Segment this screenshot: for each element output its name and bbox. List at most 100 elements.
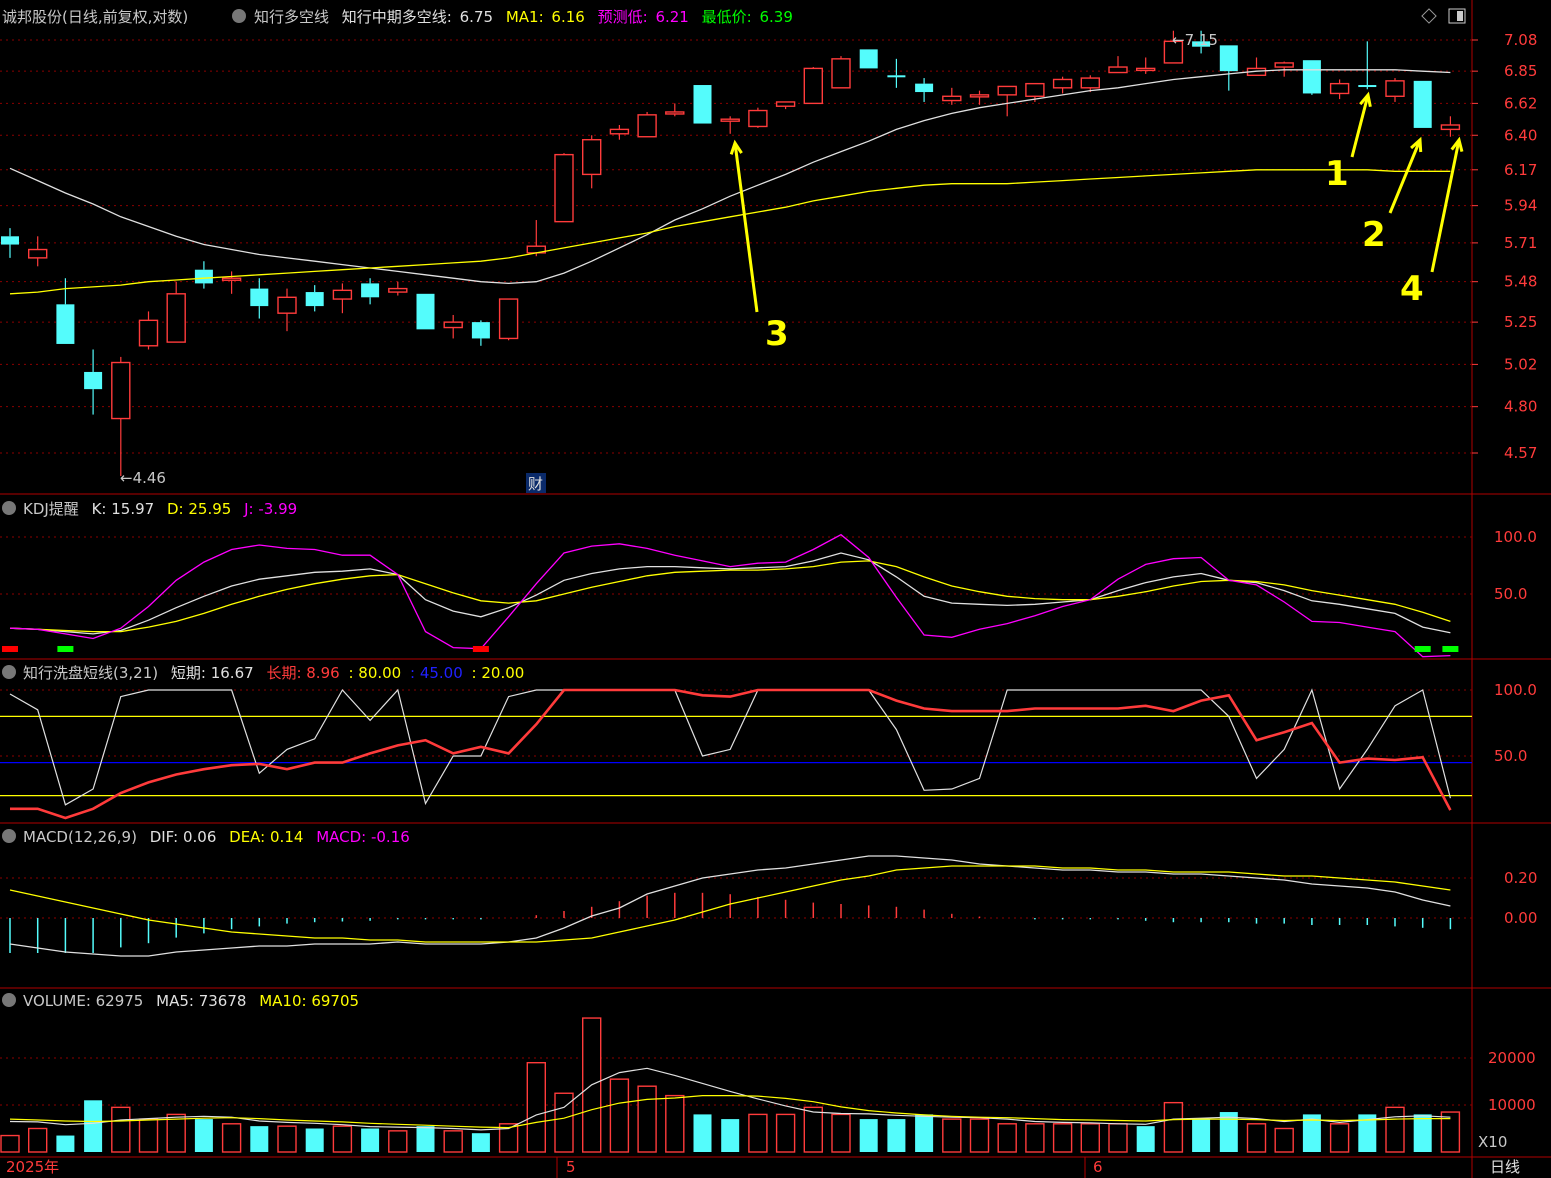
collapse-icon[interactable]	[232, 9, 246, 23]
volume-bar	[138, 1118, 159, 1153]
candle-body	[887, 75, 906, 78]
volume-bar	[305, 1128, 324, 1152]
candle-body	[1219, 45, 1238, 72]
window-icon[interactable]	[1448, 8, 1466, 24]
volume-bar	[416, 1126, 435, 1152]
candle-body	[84, 371, 103, 390]
collapse-icon[interactable]	[2, 993, 16, 1007]
candle-body	[1108, 66, 1128, 74]
diamond-icon[interactable]	[1421, 8, 1437, 24]
price-tick-label: 4.57	[1504, 444, 1537, 462]
wash-tick-label: 50.0	[1494, 747, 1527, 765]
kdj-d: D: 25.95	[167, 500, 231, 518]
wash-long-line	[10, 688, 1452, 820]
volume-bar	[887, 1119, 906, 1152]
macd-tick-label: 0.20	[1504, 869, 1537, 887]
candle-body	[111, 361, 131, 420]
macd-value: MACD: -0.16	[316, 828, 410, 846]
candle-body	[693, 85, 712, 124]
volume-bar	[748, 1113, 768, 1153]
price-tick-label: 6.40	[1504, 126, 1537, 144]
volume-bar	[1246, 1123, 1267, 1153]
marker-4: 4	[1400, 269, 1424, 309]
kdj-signal-mark	[472, 646, 489, 652]
finance-badge[interactable]: 财	[528, 475, 543, 493]
axis-tick-labels: 7.08 6.85 6.62 6.40 6.17 5.94 5.71 5.48 5.25 5.02…	[1472, 31, 1537, 1114]
candle-body	[1025, 82, 1045, 97]
candle-body	[1329, 82, 1350, 95]
mid-term-line	[9, 69, 1451, 285]
candle-body	[1, 236, 19, 245]
arrow-4	[1430, 139, 1461, 273]
volume-bar	[166, 1113, 186, 1153]
wash-l3: : 20.00	[472, 664, 525, 682]
annotation-arrows	[729, 91, 1464, 313]
candle-body	[250, 288, 269, 307]
volume-bar	[361, 1128, 380, 1152]
candle-body	[637, 114, 657, 138]
dea-line	[9, 865, 1451, 943]
volume-bar	[915, 1114, 934, 1152]
volume-bar	[1413, 1114, 1432, 1152]
macd-panel	[9, 855, 1452, 957]
collapse-icon[interactable]	[2, 501, 16, 515]
volume-bar	[775, 1113, 796, 1153]
volume-bar	[831, 1113, 851, 1153]
candle-body	[554, 153, 574, 223]
candle-body	[748, 109, 768, 128]
macd-title: MACD(12,26,9) DIF: 0.06 DEA: 0.14 MACD: …	[23, 828, 410, 846]
volume-bar	[1052, 1123, 1073, 1153]
candle-body	[997, 85, 1017, 96]
candle-body	[194, 269, 213, 284]
volume-bar	[1385, 1106, 1405, 1153]
volume-panel	[0, 1017, 1461, 1153]
volume-bar	[693, 1114, 712, 1152]
wash-title: 知行洗盘短线(3,21) 短期: 16.67 长期: 8.96 : 80.00 …	[23, 664, 524, 682]
candle-body	[471, 322, 490, 339]
candle-body	[332, 289, 353, 300]
volume-tick-label: 10000	[1488, 1096, 1536, 1114]
candle-body	[1274, 62, 1294, 68]
price-tick-label: 5.25	[1504, 313, 1537, 331]
mid-label: 知行中期多空线:	[342, 8, 452, 26]
volume-bar	[859, 1119, 878, 1152]
candle-body	[498, 298, 519, 340]
macd-dif: DIF: 0.06	[150, 828, 217, 846]
wash-panel	[0, 688, 1472, 820]
candle-body	[859, 49, 878, 69]
volume-bar	[1108, 1123, 1128, 1153]
kdj-tick-label: 100.0	[1494, 528, 1537, 546]
kdj-title: KDJ提醒 K: 15.97 D: 25.95 J: -3.99	[23, 500, 297, 518]
candle-body	[1080, 77, 1101, 89]
candle-body	[915, 83, 934, 93]
marker-1: 1	[1325, 154, 1349, 194]
candle-body	[28, 248, 48, 259]
marker-3: 3	[765, 314, 789, 354]
pred-label: 预测低:	[598, 8, 648, 26]
ma1-value: 6.16	[551, 8, 584, 26]
volume-bar	[1163, 1101, 1184, 1153]
candle-body	[1052, 78, 1073, 89]
volume-bar	[277, 1125, 297, 1153]
collapse-icon[interactable]	[2, 829, 16, 843]
pred-value: 6.21	[655, 8, 688, 26]
collapse-icon[interactable]	[2, 665, 16, 679]
volume-bar	[1274, 1127, 1294, 1153]
volume-bar	[1025, 1123, 1045, 1153]
period-label[interactable]: 日线	[1490, 1158, 1520, 1176]
price-tick-label: 5.94	[1504, 197, 1537, 215]
volume-ma10: MA10: 69705	[259, 992, 359, 1010]
kdj-line-d	[9, 560, 1451, 633]
candle-body	[1440, 124, 1461, 131]
candle-body	[1302, 60, 1321, 94]
ma1-line	[9, 169, 1451, 295]
stock-chart[interactable]: 7.08 6.85 6.62 6.40 6.17 5.94 5.71 5.48 5.25 5.02…	[0, 0, 1551, 1178]
volume-bar	[0, 1134, 20, 1153]
arrow-3	[733, 142, 759, 313]
volume-bar	[471, 1133, 490, 1152]
volume-bar	[332, 1125, 353, 1153]
candle-body	[831, 58, 851, 89]
volume-bar	[1080, 1123, 1101, 1153]
kdj-tick-label: 50.0	[1494, 585, 1527, 603]
volume-bar	[526, 1061, 546, 1153]
